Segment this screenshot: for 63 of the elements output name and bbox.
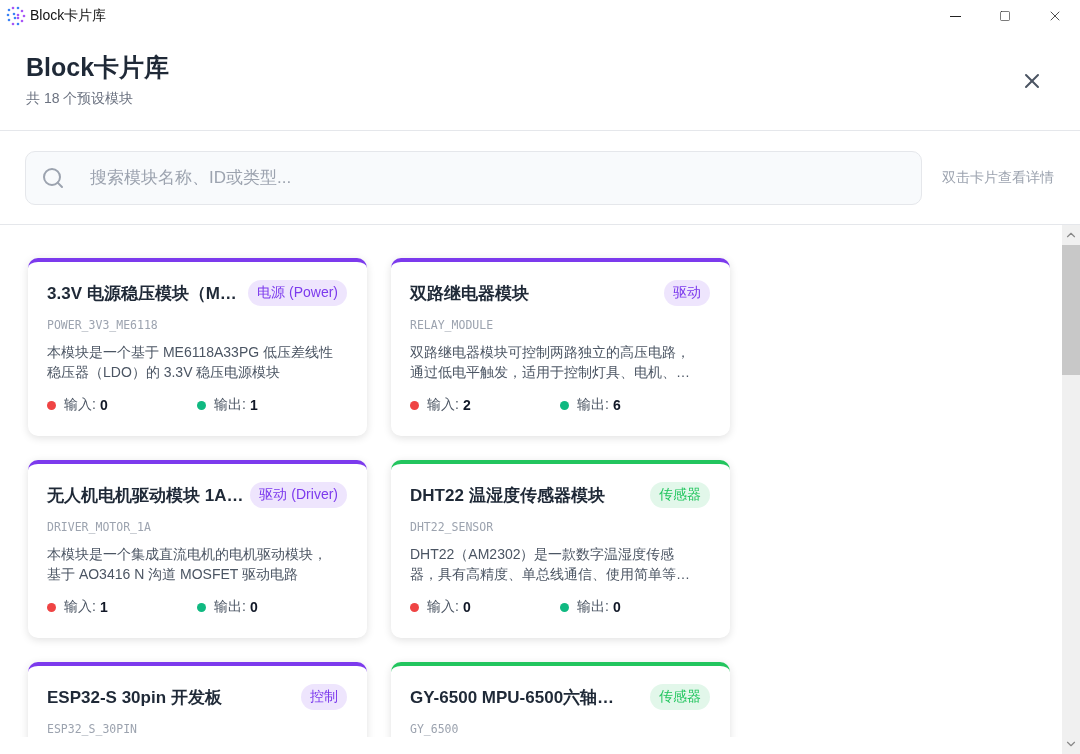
- module-id: ESP32_S_30PIN: [47, 722, 138, 736]
- output-dot-icon: [197, 400, 206, 410]
- input-dot-icon: [47, 602, 56, 612]
- input-label: 输入:: [64, 598, 96, 616]
- module-card[interactable]: ESP32-S 30pin 开发板 控制 ESP32_S_30PIN: [28, 662, 367, 737]
- module-card[interactable]: 无人机电机驱动模块 1A… 驱动 (Driver) DRIVER_MOTOR_1A 本模块是一个集成直流电机的电机驱动模块，基于 AO3416 N 沟道 MOSFET 驱动电路 输入: 1 输出: 0: [28, 460, 367, 638]
- module-card[interactable]: 双路继电器模块 驱动 RELAY_MODULE 双路继电器模块可控制两路独立的高压电路，通过低电平触发，适用于控制灯具、电机、… 输入: 2 输出: 6: [391, 258, 730, 436]
- card-description: 双路继电器模块可控制两路独立的高压电路，通过低电平触发，适用于控制灯具、电机、…: [410, 343, 691, 382]
- search-icon: [41, 165, 65, 190]
- scrollbar-thumb[interactable]: [1062, 245, 1080, 375]
- hint-text: 双击卡片查看详情: [942, 168, 1054, 187]
- module-card[interactable]: DHT22 温湿度传感器模块 传感器 DHT22_SENSOR DHT22（AM2302）是一款数字温湿度传感器，具有高精度、单总线通信、使用简单等… 输入: 0 输出: 0: [391, 460, 730, 638]
- card-title: DHT22 温湿度传感器模块: [410, 484, 605, 507]
- module-id: GY_6500: [410, 722, 460, 736]
- module-id: POWER_3V3_ME6118: [47, 318, 159, 332]
- output-label: 输出:: [577, 598, 609, 616]
- output-count: 0: [249, 599, 258, 615]
- output-count: 0: [612, 599, 621, 615]
- output-dot-icon: [560, 602, 569, 612]
- input-dot-icon: [410, 602, 419, 612]
- scrollbar[interactable]: [1062, 225, 1080, 754]
- window-title: Block卡片库: [30, 7, 108, 25]
- category-tag: 驱动: [664, 280, 710, 306]
- input-count: 2: [462, 397, 471, 413]
- card-title: 3.3V 电源稳压模块（M…: [47, 282, 237, 305]
- card-description: DHT22（AM2302）是一款数字温湿度传感器，具有高精度、单总线通信、使用简单等…: [410, 545, 691, 584]
- module-id: RELAY_MODULE: [410, 318, 495, 332]
- input-count: 0: [462, 599, 471, 615]
- output-dot-icon: [560, 400, 569, 410]
- output-count: 1: [249, 397, 258, 413]
- input-label: 输入:: [427, 598, 459, 616]
- input-label: 输入:: [64, 396, 96, 414]
- output-label: 输出:: [214, 598, 246, 616]
- module-count: 共 18 个预设模块: [26, 89, 135, 108]
- module-card[interactable]: 3.3V 电源稳压模块（M… 电源 (Power) POWER_3V3_ME6118 本模块是一个基于 ME6118A33PG 低压差线性稳压器（LDO）的 3.3V 稳压电源模块 输入: 0 输出: 1: [28, 258, 367, 436]
- module-card[interactable]: GY-6500 MPU-6500六轴… 传感器 GY_6500: [391, 662, 730, 737]
- output-label: 输出:: [214, 396, 246, 414]
- category-tag: 传感器: [650, 482, 710, 508]
- dialog-title: Block卡片库: [26, 51, 171, 83]
- input-dot-icon: [410, 400, 419, 410]
- module-id: DHT22_SENSOR: [410, 520, 495, 534]
- card-title: GY-6500 MPU-6500六轴…: [410, 686, 615, 709]
- app-logo-icon: [6, 6, 26, 26]
- card-title: ESP32-S 30pin 开发板: [47, 686, 222, 709]
- output-count: 6: [612, 397, 621, 413]
- card-title: 双路继电器模块: [410, 282, 529, 305]
- output-label: 输出:: [577, 396, 609, 414]
- search-field[interactable]: 搜索模块名称、ID或类型...: [25, 150, 922, 205]
- input-count: 0: [99, 397, 108, 413]
- maximize-icon: [999, 10, 1011, 22]
- card-title: 无人机电机驱动模块 1A…: [47, 484, 244, 507]
- category-tag: 控制: [301, 684, 347, 710]
- category-tag: 电源 (Power): [248, 280, 347, 306]
- input-label: 输入:: [427, 396, 459, 414]
- card-description: 本模块是一个集成直流电机的电机驱动模块，基于 AO3416 N 沟道 MOSFET 驱动电路: [47, 545, 328, 584]
- output-dot-icon: [197, 602, 206, 612]
- input-count: 1: [99, 599, 108, 615]
- category-tag: 传感器: [650, 684, 710, 710]
- category-tag: 驱动 (Driver): [250, 482, 347, 508]
- input-dot-icon: [47, 400, 56, 410]
- card-description: 本模块是一个基于 ME6118A33PG 低压差线性稳压器（LDO）的 3.3V 稳压电源模块: [47, 343, 335, 382]
- minimize-icon: [949, 15, 961, 17]
- module-id: DRIVER_MOTOR_1A: [47, 520, 152, 534]
